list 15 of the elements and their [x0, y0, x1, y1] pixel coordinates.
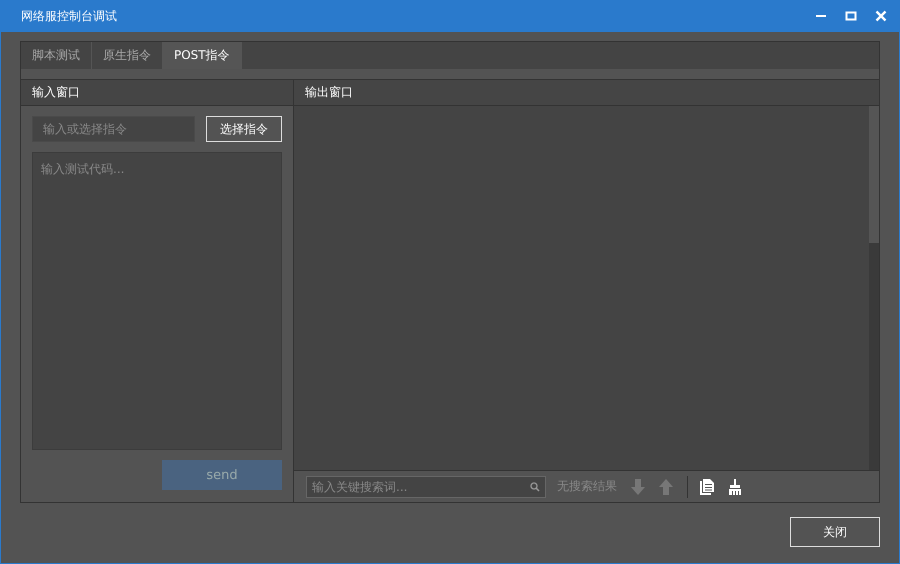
- choose-command-button[interactable]: 选择指令: [206, 116, 282, 142]
- maximize-icon[interactable]: [845, 10, 857, 22]
- search-field[interactable]: 输入关键搜索词...: [306, 476, 546, 498]
- close-button[interactable]: 关闭: [790, 517, 880, 547]
- panel-header: 输出窗口: [294, 80, 879, 106]
- close-icon[interactable]: [875, 10, 887, 22]
- window-title: 网络服控制台调试: [21, 8, 117, 24]
- code-input-field[interactable]: 输入测试代码...: [32, 152, 282, 450]
- tab[interactable]: POST指令: [163, 42, 242, 69]
- panel-header: 输入窗口: [21, 80, 293, 106]
- copy-icon[interactable]: [700, 478, 714, 494]
- broom-icon[interactable]: [728, 478, 742, 494]
- command-field[interactable]: 输入或选择指令: [32, 116, 195, 142]
- search-icon: [530, 482, 540, 492]
- scrollbar[interactable]: [869, 106, 879, 470]
